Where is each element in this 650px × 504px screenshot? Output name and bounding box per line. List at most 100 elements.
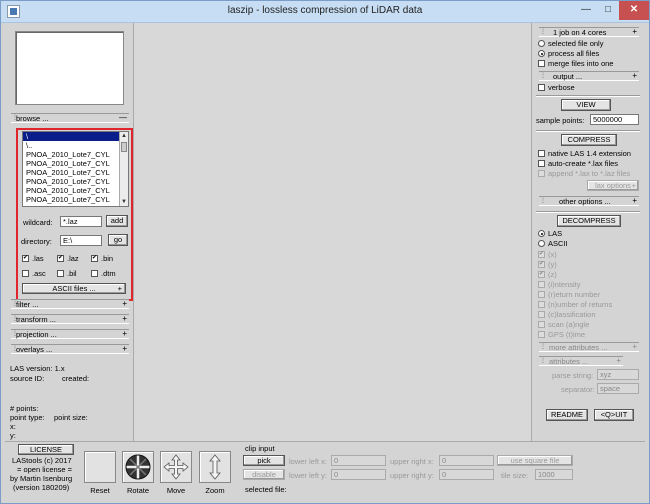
lower-left-y-label: lower left y: (289, 471, 327, 480)
las-output-radio[interactable] (538, 230, 545, 237)
upper-right-x-input[interactable]: 0 (439, 455, 494, 466)
lax-options-button[interactable]: lax options + (587, 180, 639, 191)
attr-intensity-label: (i)ntensity (548, 280, 581, 289)
expand-icon[interactable]: + (632, 72, 637, 80)
rollout-handle-icon: ⋮ (540, 73, 546, 79)
merge-label: merge files into one (548, 59, 614, 68)
more-attributes-rollout[interactable]: ⋮ more attributes ... + (539, 342, 639, 352)
overlays-rollout[interactable]: ⋮ overlays ... + (11, 344, 129, 354)
lower-left-x-label: lower left x: (289, 457, 327, 466)
attr-z-checkbox[interactable]: ✔ (538, 271, 545, 278)
filter-label: filter ... (16, 300, 39, 309)
credit-line-3: by Martin Isenburg (10, 474, 73, 483)
las-version: LAS version: 1.x (10, 364, 65, 373)
lower-left-x-input[interactable]: 0 (331, 455, 386, 466)
readme-button[interactable]: README (546, 409, 588, 421)
verbose-label: verbose (548, 83, 575, 92)
pick-button[interactable]: pick (243, 455, 285, 466)
attributes-rollout[interactable]: ⋮ attributes ... + (539, 356, 623, 366)
auto-create-lax-checkbox[interactable] (538, 160, 545, 167)
rotate-button[interactable] (122, 451, 154, 483)
attr-returns-checkbox[interactable] (538, 301, 545, 308)
zoom-button[interactable] (199, 451, 231, 483)
separator (536, 130, 640, 132)
other-options-rollout[interactable]: ⋮ other options ... + (539, 196, 639, 206)
quit-button[interactable]: <Q>UIT (594, 409, 634, 421)
bottom-bar: LICENSE LAStools (c) 2017 = open license… (5, 441, 645, 501)
expand-icon[interactable]: + (632, 343, 637, 351)
decompress-button[interactable]: DECOMPRESS (557, 215, 621, 227)
title-bar[interactable]: laszip - lossless compression of LiDAR d… (1, 1, 649, 23)
attr-y-checkbox[interactable]: ✔ (538, 261, 545, 268)
parse-string-input[interactable]: xyz (597, 369, 639, 380)
credit-line-2: = open license = (17, 465, 73, 474)
expand-icon[interactable]: + (632, 197, 637, 205)
y-label: y: (10, 431, 16, 440)
jobs-rollout[interactable]: ⋮ 1 job on 4 cores + (539, 27, 639, 37)
sample-points-label: sample points: (536, 116, 585, 125)
view-button[interactable]: VIEW (561, 99, 611, 111)
selected-file-label: selected file: (245, 485, 287, 494)
attr-x-checkbox[interactable]: ✔ (538, 251, 545, 258)
ascii-output-radio[interactable] (538, 240, 545, 247)
attr-return-label: (r)eturn number (548, 290, 601, 299)
expand-icon[interactable]: + (122, 345, 127, 353)
maximize-icon[interactable]: □ (597, 1, 619, 20)
expand-icon[interactable]: + (122, 300, 127, 308)
selected-only-radio[interactable] (538, 40, 545, 47)
projection-rollout[interactable]: ⋮ projection ... + (11, 329, 129, 339)
separator-select[interactable]: space (597, 383, 639, 394)
append-lax-checkbox[interactable] (538, 170, 545, 177)
tile-size-input[interactable]: 1000 (535, 469, 573, 480)
disable-button[interactable]: disable (243, 469, 285, 480)
license-button[interactable]: LICENSE (18, 444, 74, 455)
close-icon[interactable]: ✕ (619, 1, 649, 20)
jobs-label: 1 job on 4 cores (553, 28, 607, 37)
upper-right-y-input[interactable]: 0 (439, 469, 494, 480)
attr-x-label: (x) (548, 250, 557, 259)
expand-icon: + (631, 181, 636, 190)
reset-button[interactable] (84, 451, 116, 483)
collapse-icon[interactable]: — (119, 114, 127, 122)
expand-icon[interactable]: + (122, 315, 127, 323)
lax-options-label: lax options (595, 181, 631, 190)
attr-gps-checkbox[interactable] (538, 331, 545, 338)
rollout-handle-icon: ⋮ (540, 358, 546, 364)
rotate-icon (125, 454, 151, 480)
expand-icon[interactable]: + (122, 330, 127, 338)
transform-rollout[interactable]: ⋮ transform ... + (11, 314, 129, 324)
attr-return-checkbox[interactable] (538, 291, 545, 298)
attr-class-checkbox[interactable] (538, 311, 545, 318)
merge-checkbox[interactable] (538, 60, 545, 67)
projection-label: projection ... (16, 330, 57, 339)
sample-points-input[interactable]: 5000000 (590, 114, 639, 125)
native-las-checkbox[interactable] (538, 150, 545, 157)
move-button[interactable] (160, 451, 192, 483)
attr-intensity-checkbox[interactable] (538, 281, 545, 288)
verbose-checkbox[interactable] (538, 84, 545, 91)
process-all-radio[interactable] (538, 50, 545, 57)
move-icon (163, 454, 189, 480)
expand-icon[interactable]: + (616, 357, 621, 365)
input-file-list[interactable] (15, 31, 124, 105)
ascii-files-button[interactable]: ASCII files ... + (22, 283, 126, 294)
rollout-handle-icon: ⋮ (540, 29, 546, 35)
highlight-box (16, 128, 133, 301)
expand-icon[interactable]: + (632, 28, 637, 36)
browse-rollout[interactable]: ⋮ browse ... — (11, 113, 129, 123)
las-output-label: LAS (548, 229, 563, 238)
window-title: laszip - lossless compression of LiDAR d… (227, 5, 423, 16)
attr-angle-checkbox[interactable] (538, 321, 545, 328)
filter-rollout[interactable]: ⋮ filter ... + (11, 299, 129, 309)
attr-class-label: (c)lassification (548, 310, 596, 319)
separator (536, 211, 640, 213)
lower-left-y-input[interactable]: 0 (331, 469, 386, 480)
compress-button[interactable]: COMPRESS (561, 134, 617, 146)
source-id: source ID: (10, 374, 45, 383)
viewport[interactable] (133, 23, 532, 441)
minimize-icon[interactable]: — (575, 1, 597, 20)
output-rollout[interactable]: ⋮ output ... + (539, 71, 639, 81)
use-square-file-button[interactable]: use square file (497, 455, 573, 466)
x-label: x: (10, 422, 16, 431)
rotate-label: Rotate (126, 486, 150, 495)
